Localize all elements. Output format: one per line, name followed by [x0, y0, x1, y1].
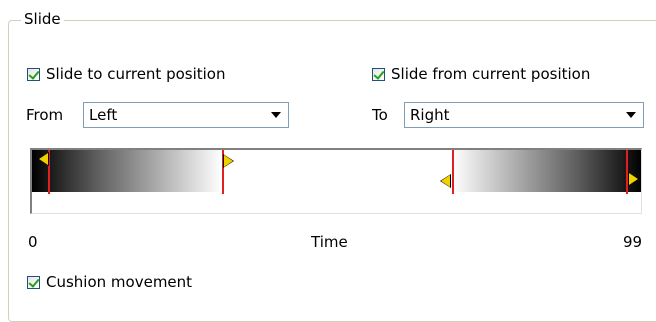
slide-out-gradient — [452, 150, 641, 192]
slide-from-current-checkbox[interactable]: Slide from current position — [372, 63, 590, 85]
to-label: To — [372, 106, 388, 124]
checkbox-checked-icon — [27, 67, 40, 81]
chevron-down-icon[interactable] — [620, 104, 642, 126]
out-start-handle-icon[interactable] — [440, 174, 452, 188]
start-handle-icon[interactable] — [38, 152, 50, 166]
slide-to-current-checkbox[interactable]: Slide to current position — [27, 63, 226, 85]
to-select-value: Right — [410, 106, 450, 124]
slide-in-gradient — [32, 150, 222, 192]
from-select-value: Left — [89, 106, 118, 124]
time-min-label: 0 — [28, 233, 38, 251]
time-max-label: 99 — [623, 233, 643, 251]
slide-to-current-label: Slide to current position — [46, 65, 226, 83]
checkbox-checked-icon — [372, 67, 385, 81]
end-handle-icon[interactable] — [628, 172, 640, 186]
chevron-down-icon[interactable] — [265, 104, 287, 126]
out-start-marker-line — [452, 150, 454, 194]
from-label: From — [26, 106, 64, 124]
checkbox-checked-icon — [27, 275, 40, 289]
cushion-movement-checkbox[interactable]: Cushion movement — [27, 271, 192, 293]
slide-from-current-label: Slide from current position — [391, 65, 591, 83]
from-select[interactable]: Left — [83, 102, 289, 128]
cushion-movement-label: Cushion movement — [46, 273, 193, 291]
slide-group-title: Slide — [21, 9, 64, 29]
to-select[interactable]: Right — [404, 102, 644, 128]
in-end-handle-icon[interactable] — [223, 154, 235, 168]
time-axis-label: Time — [311, 233, 348, 251]
slide-timeline[interactable] — [30, 148, 642, 214]
